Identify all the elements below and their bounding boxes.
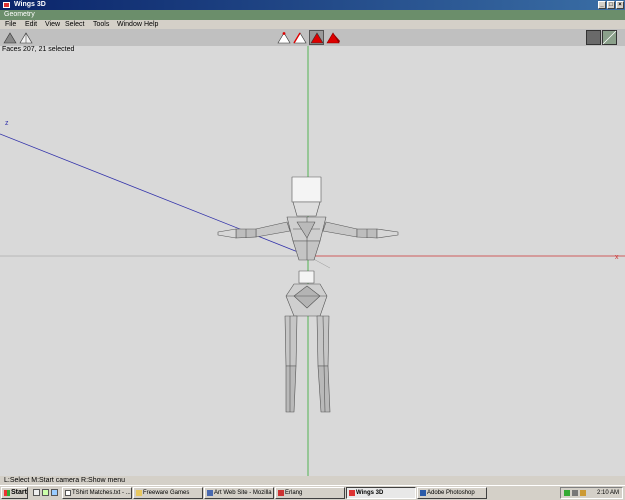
right-upper-arm-face[interactable]	[322, 221, 358, 238]
folder-icon	[136, 490, 142, 496]
left-shin-face[interactable]	[285, 365, 297, 413]
window-title: Wings 3D	[14, 1, 46, 8]
geometry-window-bar[interactable]: Geometry	[0, 10, 625, 20]
menu-select[interactable]: Select	[65, 20, 84, 29]
waist-face[interactable]	[292, 240, 321, 261]
task-label: TShirt Matches.txt - ...	[72, 490, 131, 496]
tray-app-icon[interactable]	[580, 490, 586, 496]
quicklaunch-browser-icon[interactable]	[51, 489, 58, 496]
wireframe-icon[interactable]	[19, 30, 34, 45]
close-button[interactable]: ×	[616, 1, 624, 9]
wings-icon	[349, 490, 355, 496]
edge-select-mode-icon[interactable]	[293, 30, 308, 45]
taskbar: Start TShirt Matches.txt - ... Freeware …	[0, 485, 625, 500]
system-tray: 2:10 AM	[560, 487, 623, 499]
erlang-icon	[278, 490, 284, 496]
selection-info: Faces 207, 21 selected	[2, 46, 75, 53]
volume-icon[interactable]	[572, 490, 578, 496]
notepad-icon	[65, 490, 71, 496]
left-upper-arm-face[interactable]	[255, 221, 291, 238]
task-label: Freeware Games	[143, 490, 190, 496]
z-axis-label: z	[5, 120, 9, 127]
maximize-button[interactable]: □	[607, 1, 615, 9]
x-axis-label: x	[615, 254, 619, 261]
left-hand-face[interactable]	[217, 228, 237, 239]
toolbar	[0, 29, 625, 47]
start-label: Start	[11, 489, 27, 496]
task-freeware-games[interactable]: Freeware Games	[133, 487, 203, 499]
clock[interactable]: 2:10 AM	[597, 488, 619, 498]
mozilla-icon	[207, 490, 213, 496]
left-thigh-face[interactable]	[284, 315, 298, 367]
task-label: Art Web Site - Mozilla	[214, 490, 272, 496]
title-bar: Wings 3D _ □ ×	[0, 0, 625, 10]
menu-help[interactable]: Help	[144, 20, 158, 29]
3d-viewport[interactable]: z x Faces 207, 21 selected	[0, 46, 625, 476]
vertex-select-mode-icon[interactable]	[277, 30, 292, 45]
minimize-button[interactable]: _	[598, 1, 606, 9]
right-hand-face[interactable]	[376, 228, 399, 239]
hip-face[interactable]	[298, 270, 315, 284]
quicklaunch-icon[interactable]	[42, 489, 49, 496]
face-select-mode-icon[interactable]	[309, 30, 324, 45]
mouse-help-text: L:Select M:Start camera R:Show menu	[4, 477, 125, 484]
smooth-preview-icon[interactable]	[3, 30, 18, 45]
body-select-mode-icon[interactable]	[326, 30, 341, 45]
menu-bar: File Edit View Select Tools Window Help	[0, 20, 625, 29]
head-face[interactable]	[291, 176, 322, 203]
network-icon[interactable]	[564, 490, 570, 496]
orthographic-view-icon[interactable]	[602, 30, 617, 45]
menu-window[interactable]: Window	[117, 20, 142, 29]
perspective-view-icon[interactable]	[586, 30, 601, 45]
task-art-web-site[interactable]: Art Web Site - Mozilla	[204, 487, 274, 499]
task-label: Adobe Photoshop	[427, 490, 475, 496]
viewport-canvas[interactable]: z x	[0, 46, 625, 476]
menu-tools[interactable]: Tools	[93, 20, 109, 29]
start-button[interactable]: Start	[1, 487, 28, 499]
task-erlang[interactable]: Erlang	[275, 487, 345, 499]
menu-view[interactable]: View	[45, 20, 60, 29]
task-wings-3d[interactable]: Wings 3D	[346, 487, 416, 499]
task-label: Wings 3D	[356, 490, 384, 496]
task-tshirt-matches[interactable]: TShirt Matches.txt - ...	[62, 487, 132, 499]
geometry-window-title: Geometry	[4, 11, 35, 18]
neck-face[interactable]	[292, 201, 321, 217]
menu-edit[interactable]: Edit	[25, 20, 37, 29]
show-desktop-icon[interactable]	[33, 489, 40, 496]
wings-app-icon	[3, 2, 10, 8]
task-adobe-photoshop[interactable]: Adobe Photoshop	[417, 487, 487, 499]
menu-file[interactable]: File	[5, 20, 16, 29]
windows-logo-icon	[4, 490, 10, 496]
help-bar: L:Select M:Start camera R:Show menu	[0, 476, 625, 485]
photoshop-icon	[420, 490, 426, 496]
task-label: Erlang	[285, 490, 303, 496]
z-axis-line	[0, 133, 309, 257]
